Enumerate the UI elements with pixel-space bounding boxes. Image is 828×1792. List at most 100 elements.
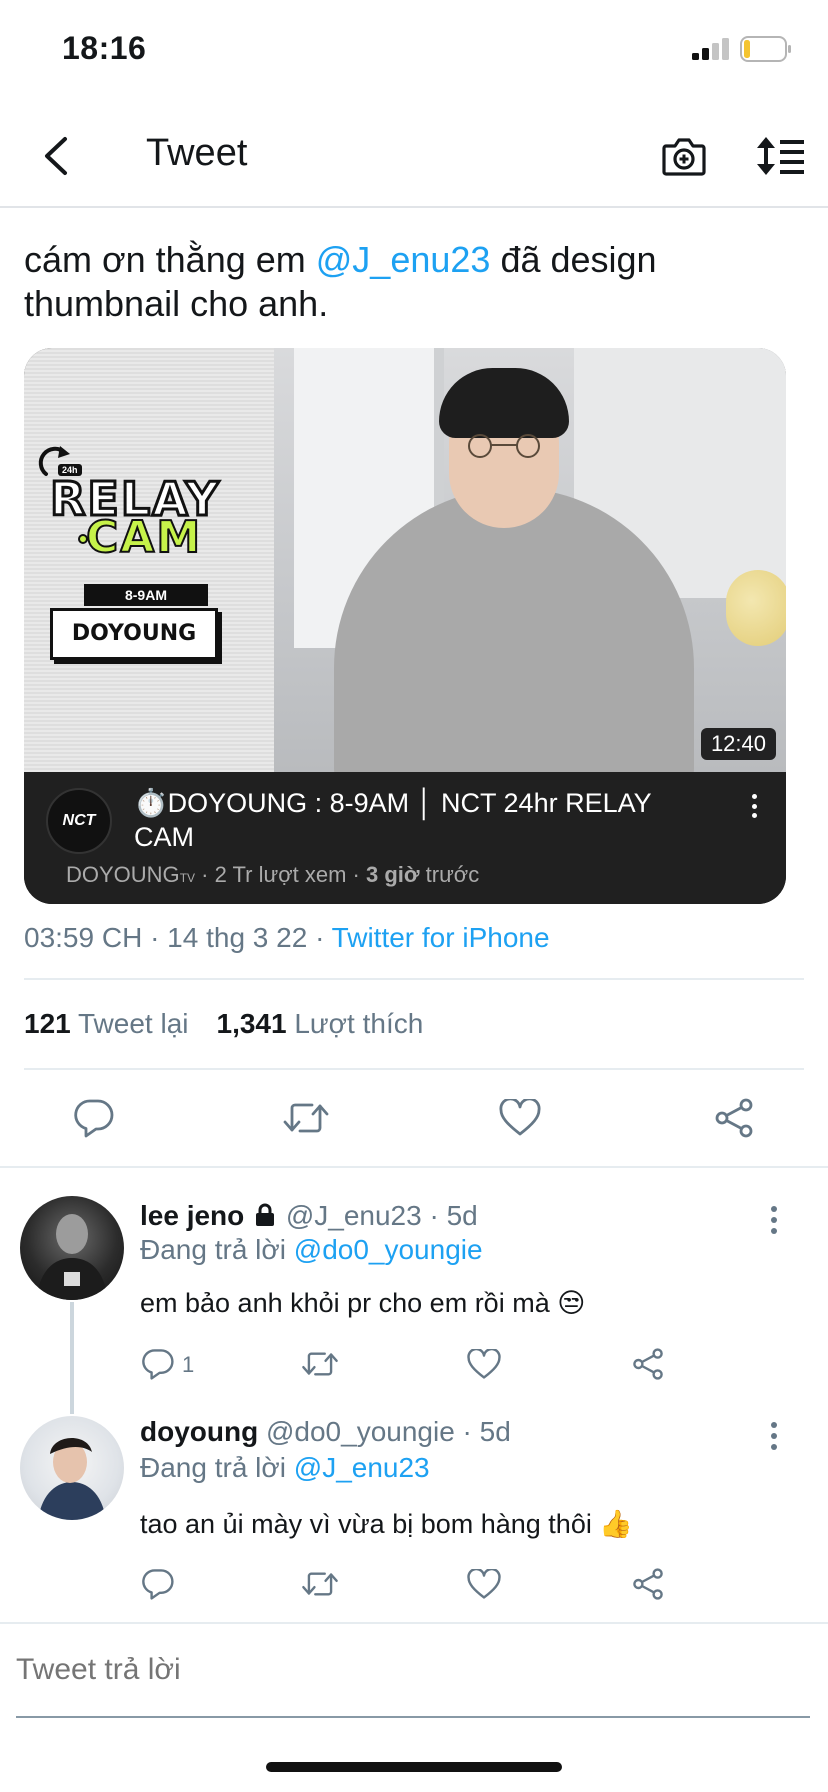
retweet-icon: [302, 1572, 338, 1596]
retweet-button[interactable]: [282, 1094, 330, 1142]
reply-handle: @do0_youngie · 5d: [258, 1416, 511, 1447]
video-info: NCT ⏱️DOYOUNG : 8-9AM │ NCT 24hr RELAY C…: [24, 772, 786, 904]
reply-header: doyoung @do0_youngie · 5d: [140, 1416, 511, 1448]
reply-header: lee jeno @J_enu23 · 5d: [140, 1200, 478, 1232]
reply-more-button[interactable]: [764, 1418, 784, 1454]
glasses-icon: [468, 434, 540, 458]
more-dot: [771, 1433, 777, 1439]
reply-button[interactable]: [138, 1564, 178, 1604]
back-button[interactable]: [28, 128, 84, 184]
replying-to: Đang trả lời @J_enu23: [140, 1452, 430, 1484]
video-meta: DOYOUNGTV · 2 Tr lượt xem · 3 giờ trước: [66, 862, 479, 888]
share-icon: [633, 1568, 663, 1600]
video-title[interactable]: ⏱️DOYOUNG : 8-9AM │ NCT 24hr RELAY CAM: [134, 786, 714, 854]
more-dot: [771, 1422, 777, 1428]
reply-handle: @J_enu23 · 5d: [278, 1200, 478, 1231]
reply-count: 1: [182, 1352, 195, 1377]
video-age-value: 3 giờ: [365, 862, 420, 887]
heart-icon: [467, 1348, 501, 1379]
thumbnail-cam-word: CAM: [85, 511, 203, 564]
reply-text: em bảo anh khỏi pr cho em rồi mà 😒: [140, 1288, 586, 1318]
page-title: Tweet: [146, 132, 248, 174]
lock-icon: [256, 1203, 275, 1226]
channel-name: DOYOUNG: [66, 862, 180, 887]
replying-to: Đang trả lời @do0_youngie: [140, 1234, 483, 1266]
reply-author-name[interactable]: lee jeno: [140, 1200, 244, 1231]
more-dot: [751, 803, 757, 809]
video-more-button[interactable]: [744, 788, 764, 824]
thumbnail-time-chip: 8-9AM: [84, 584, 208, 606]
tweet-source-link[interactable]: Twitter for iPhone: [332, 922, 550, 953]
like-count: 1,341: [216, 1008, 287, 1039]
more-dot: [771, 1444, 777, 1450]
tweet-text-part: cám ơn thằng em: [24, 239, 316, 280]
divider: [24, 1068, 804, 1070]
more-dot: [771, 1228, 777, 1234]
divider: [0, 1166, 828, 1168]
retweet-label: Tweet lại: [78, 1008, 189, 1039]
avatar[interactable]: [20, 1196, 124, 1300]
tweet-timestamp: 03:59 CH · 14 thg 3 22 · Twitter for iPh…: [24, 922, 550, 954]
heart-icon: [499, 1099, 541, 1136]
retweet-stat[interactable]: 121 Tweet lại: [24, 1008, 189, 1039]
status-bar: 18:16: [0, 0, 828, 100]
share-button[interactable]: [710, 1094, 758, 1142]
tweet-mention-link[interactable]: @J_enu23: [316, 239, 491, 280]
more-dot: [771, 1206, 777, 1212]
reply-button[interactable]: [138, 1344, 178, 1384]
signal-icon: [692, 38, 729, 60]
tweet-datetime: 03:59 CH · 14 thg 3 22 ·: [24, 922, 332, 953]
share-button[interactable]: [628, 1564, 668, 1604]
retweet-icon: [302, 1352, 338, 1376]
share-icon: [633, 1348, 663, 1380]
video-age-rest: trước: [419, 862, 480, 887]
reply-author-name[interactable]: doyoung: [140, 1416, 258, 1447]
tweet-stats: 121 Tweet lại 1,341 Lượt thích: [24, 1008, 423, 1040]
replying-to-label: Đang trả lời: [140, 1234, 294, 1265]
like-button[interactable]: [464, 1564, 504, 1604]
battery-icon: [740, 36, 791, 62]
reply-input[interactable]: [16, 1644, 810, 1696]
video-views: · 2 Tr lượt xem ·: [195, 862, 366, 887]
channel-avatar[interactable]: NCT: [46, 788, 112, 854]
more-dot: [751, 794, 757, 799]
video-duration: 12:40: [700, 728, 776, 760]
thumbnail-name-box: DOYOUNG: [50, 608, 218, 660]
reply-composer: [0, 1622, 828, 1718]
reply-more-button[interactable]: [764, 1202, 784, 1238]
reply-icon: [74, 1099, 114, 1138]
thumbnail-photo: [274, 348, 786, 772]
retweet-button[interactable]: [300, 1344, 340, 1384]
reply-button[interactable]: [70, 1094, 118, 1142]
thumbnail-graphic: 24h RELAY CAM 8-9AM DOYOUNG: [24, 348, 274, 772]
avatar-silhouette: [36, 1214, 108, 1300]
camera-button[interactable]: [656, 128, 712, 184]
sort-button[interactable]: [752, 128, 810, 184]
replying-to-label: Đang trả lời: [140, 1452, 294, 1483]
reply-text: tao an ủi mày vì vừa bị bom hàng thôi 👍: [140, 1509, 633, 1539]
like-button[interactable]: [496, 1094, 544, 1142]
more-dot: [771, 1217, 777, 1223]
replying-to-link[interactable]: @do0_youngie: [294, 1234, 483, 1265]
avatar-silhouette: [38, 1437, 106, 1520]
tweet-action-bar: [0, 1082, 828, 1152]
divider: [24, 978, 804, 980]
video-card[interactable]: 24h RELAY CAM 8-9AM DOYOUNG 12:40 NCT ⏱️…: [24, 348, 786, 904]
reply-icon: [142, 1569, 174, 1600]
home-indicator[interactable]: [266, 1762, 562, 1772]
nav-bar: Tweet: [0, 108, 828, 208]
channel-suffix: TV: [179, 871, 196, 885]
status-time: 18:16: [62, 30, 147, 66]
like-button[interactable]: [464, 1344, 504, 1384]
apple-in-hand: [726, 570, 786, 646]
thread-line: [70, 1302, 74, 1414]
retweet-button[interactable]: [300, 1564, 340, 1604]
like-stat[interactable]: 1,341 Lượt thích: [217, 1008, 424, 1039]
composer-underline: [16, 1716, 810, 1718]
retweet-count: 121: [24, 1008, 71, 1039]
like-label: Lượt thích: [294, 1008, 424, 1039]
replying-to-link[interactable]: @J_enu23: [294, 1452, 430, 1483]
share-button[interactable]: [628, 1344, 668, 1384]
heart-icon: [467, 1568, 501, 1599]
avatar[interactable]: [20, 1416, 124, 1520]
